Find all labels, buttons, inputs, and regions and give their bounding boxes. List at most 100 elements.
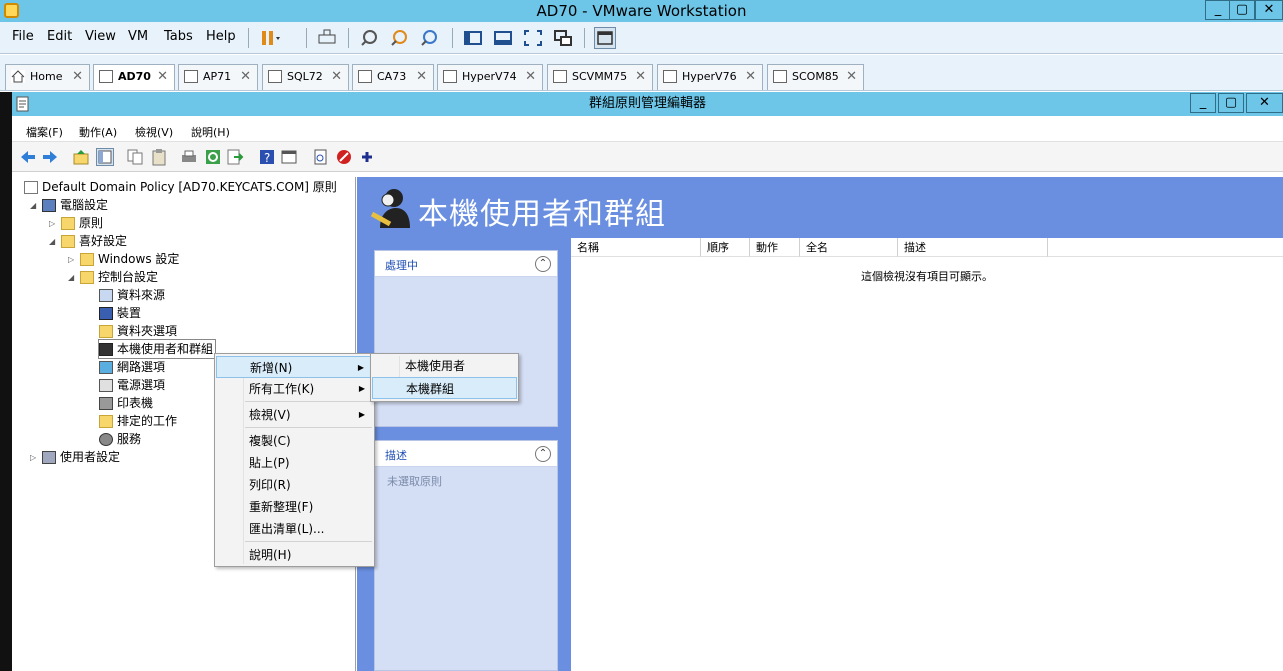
processing-panel-header[interactable]: 處理中 ⌃ bbox=[375, 251, 557, 277]
close-icon[interactable]: ✕ bbox=[846, 65, 857, 89]
close-icon[interactable]: ✕ bbox=[635, 65, 646, 89]
menu-vm[interactable]: VM bbox=[128, 29, 148, 44]
send-ctrl-alt-del-icon[interactable] bbox=[316, 27, 338, 49]
vmware-close-button[interactable]: ✕ bbox=[1255, 0, 1283, 20]
tree-item-scheduled-tasks[interactable]: 排定的工作 bbox=[99, 412, 177, 430]
column-header-fullname[interactable]: 全名 bbox=[800, 238, 898, 257]
help-icon[interactable]: ? bbox=[258, 148, 276, 166]
tree-control-panel[interactable]: ◢ 控制台設定 bbox=[68, 268, 158, 286]
collapse-chevron-icon[interactable]: ⌃ bbox=[535, 446, 551, 462]
menu-edit[interactable]: Edit bbox=[47, 29, 72, 44]
show-console-icon[interactable] bbox=[492, 27, 514, 49]
tab-ca73[interactable]: CA73 ✕ bbox=[352, 64, 434, 90]
menu-item-export[interactable]: 匯出清單(L)... bbox=[216, 518, 373, 540]
close-icon[interactable]: ✕ bbox=[157, 65, 168, 89]
tree-user-config[interactable]: ▷ 使用者設定 bbox=[30, 448, 120, 466]
new-page-icon[interactable] bbox=[312, 148, 330, 166]
tree-item-local-users-groups[interactable]: 本機使用者和群組 bbox=[97, 339, 217, 359]
tree-windows-settings[interactable]: ▷ Windows 設定 bbox=[68, 250, 179, 268]
collapse-arrow-icon[interactable]: ◢ bbox=[30, 197, 42, 215]
tree-root[interactable]: Default Domain Policy [AD70.KEYCATS.COM]… bbox=[24, 178, 337, 196]
menu-item-print[interactable]: 列印(R) bbox=[216, 474, 373, 496]
menu-view[interactable]: View bbox=[85, 29, 116, 44]
copy-icon[interactable] bbox=[126, 148, 144, 166]
gpme-menu-help[interactable]: 說明(H) bbox=[191, 124, 230, 140]
properties-icon[interactable] bbox=[280, 148, 298, 166]
vmware-restore-button[interactable]: ▢ bbox=[1229, 0, 1255, 20]
close-icon[interactable]: ✕ bbox=[72, 65, 83, 89]
gpme-menu-view[interactable]: 檢視(V) bbox=[135, 124, 173, 140]
gpme-menu-file[interactable]: 檔案(F) bbox=[26, 124, 63, 140]
unity-icon[interactable] bbox=[552, 27, 574, 49]
tab-scom85[interactable]: SCOM85 ✕ bbox=[767, 64, 864, 90]
menu-item-all-tasks[interactable]: 所有工作(K) ▶ bbox=[216, 378, 373, 400]
expand-arrow-icon[interactable]: ▷ bbox=[49, 215, 61, 233]
show-hide-tree-icon[interactable] bbox=[96, 148, 114, 166]
snapshot-take-icon[interactable] bbox=[358, 27, 380, 49]
collapse-arrow-icon[interactable]: ◢ bbox=[68, 269, 80, 287]
description-panel-header[interactable]: 描述 ⌃ bbox=[375, 441, 557, 467]
export-icon[interactable] bbox=[226, 148, 244, 166]
tree-item-services[interactable]: 服務 bbox=[99, 430, 141, 448]
tab-ad70[interactable]: AD70 ✕ bbox=[93, 64, 175, 90]
menu-item-help[interactable]: 說明(H) bbox=[216, 544, 373, 566]
snapshot-manager-icon[interactable] bbox=[418, 27, 440, 49]
paste-icon[interactable] bbox=[150, 148, 168, 166]
gpme-close-button[interactable]: ✕ bbox=[1246, 93, 1283, 113]
show-library-icon[interactable] bbox=[462, 27, 484, 49]
menu-item-paste[interactable]: 貼上(P) bbox=[216, 452, 373, 474]
close-icon[interactable]: ✕ bbox=[331, 65, 342, 89]
tab-hyperv74[interactable]: HyperV74 ✕ bbox=[437, 64, 543, 90]
add-icon[interactable] bbox=[358, 148, 376, 166]
column-header-order[interactable]: 順序 bbox=[701, 238, 750, 257]
tab-home[interactable]: Home ✕ bbox=[5, 64, 90, 90]
up-folder-icon[interactable] bbox=[72, 148, 90, 166]
full-screen-icon[interactable] bbox=[522, 27, 544, 49]
menu-item-new[interactable]: 新增(N) ▶ bbox=[216, 356, 373, 378]
tree-computer-config[interactable]: ◢ 電腦設定 bbox=[30, 196, 108, 214]
tree-item-folder-options[interactable]: 資料夾選項 bbox=[99, 322, 177, 340]
menu-tabs[interactable]: Tabs bbox=[164, 29, 193, 44]
tab-hyperv76[interactable]: HyperV76 ✕ bbox=[657, 64, 763, 90]
tree-item-network-options[interactable]: 網路選項 bbox=[99, 358, 165, 376]
expand-arrow-icon[interactable]: ▷ bbox=[30, 449, 42, 467]
close-icon[interactable]: ✕ bbox=[416, 65, 427, 89]
menu-item-view[interactable]: 檢視(V) ▶ bbox=[216, 404, 373, 426]
close-icon[interactable]: ✕ bbox=[240, 65, 251, 89]
close-icon[interactable]: ✕ bbox=[525, 65, 536, 89]
tree-item-power-options[interactable]: 電源選項 bbox=[99, 376, 165, 394]
tree-preferences[interactable]: ◢ 喜好設定 bbox=[49, 232, 127, 250]
expand-arrow-icon[interactable]: ▷ bbox=[68, 251, 80, 269]
print-icon[interactable] bbox=[180, 148, 198, 166]
gpme-restore-button[interactable]: ▢ bbox=[1218, 93, 1244, 113]
tab-ap71[interactable]: AP71 ✕ bbox=[178, 64, 258, 90]
menu-help[interactable]: Help bbox=[206, 29, 236, 44]
column-header-name[interactable]: 名稱 bbox=[571, 238, 701, 257]
back-arrow-icon[interactable] bbox=[19, 148, 37, 166]
column-header-description[interactable]: 描述 bbox=[898, 238, 1048, 257]
menu-file[interactable]: File bbox=[12, 29, 34, 44]
menu-item-refresh[interactable]: 重新整理(F) bbox=[216, 496, 373, 518]
vmware-minimize-button[interactable]: _ bbox=[1205, 0, 1231, 20]
close-icon[interactable]: ✕ bbox=[745, 65, 756, 89]
tab-scvmm75[interactable]: SCVMM75 ✕ bbox=[547, 64, 653, 90]
tab-sql72[interactable]: SQL72 ✕ bbox=[262, 64, 349, 90]
snapshot-revert-icon[interactable] bbox=[388, 27, 410, 49]
pause-icon[interactable] bbox=[258, 27, 280, 49]
gpme-menu-action[interactable]: 動作(A) bbox=[79, 124, 117, 140]
console-view-icon[interactable] bbox=[594, 27, 616, 49]
tree-policies[interactable]: ▷ 原則 bbox=[49, 214, 103, 232]
column-header-action[interactable]: 動作 bbox=[750, 238, 800, 257]
menu-item-local-group[interactable]: 本機群組 bbox=[372, 377, 517, 399]
refresh-icon[interactable] bbox=[204, 148, 222, 166]
tree-item-printers[interactable]: 印表機 bbox=[99, 394, 153, 412]
gpme-minimize-button[interactable]: _ bbox=[1190, 93, 1216, 113]
tree-item-devices[interactable]: 裝置 bbox=[99, 304, 141, 322]
collapse-arrow-icon[interactable]: ◢ bbox=[49, 233, 61, 251]
menu-item-local-user[interactable]: 本機使用者 bbox=[372, 355, 517, 377]
forward-arrow-icon[interactable] bbox=[41, 148, 59, 166]
collapse-chevron-icon[interactable]: ⌃ bbox=[535, 256, 551, 272]
tree-item-data-sources[interactable]: 資料來源 bbox=[99, 286, 165, 304]
stop-icon[interactable] bbox=[335, 148, 353, 166]
menu-item-copy[interactable]: 複製(C) bbox=[216, 430, 373, 452]
